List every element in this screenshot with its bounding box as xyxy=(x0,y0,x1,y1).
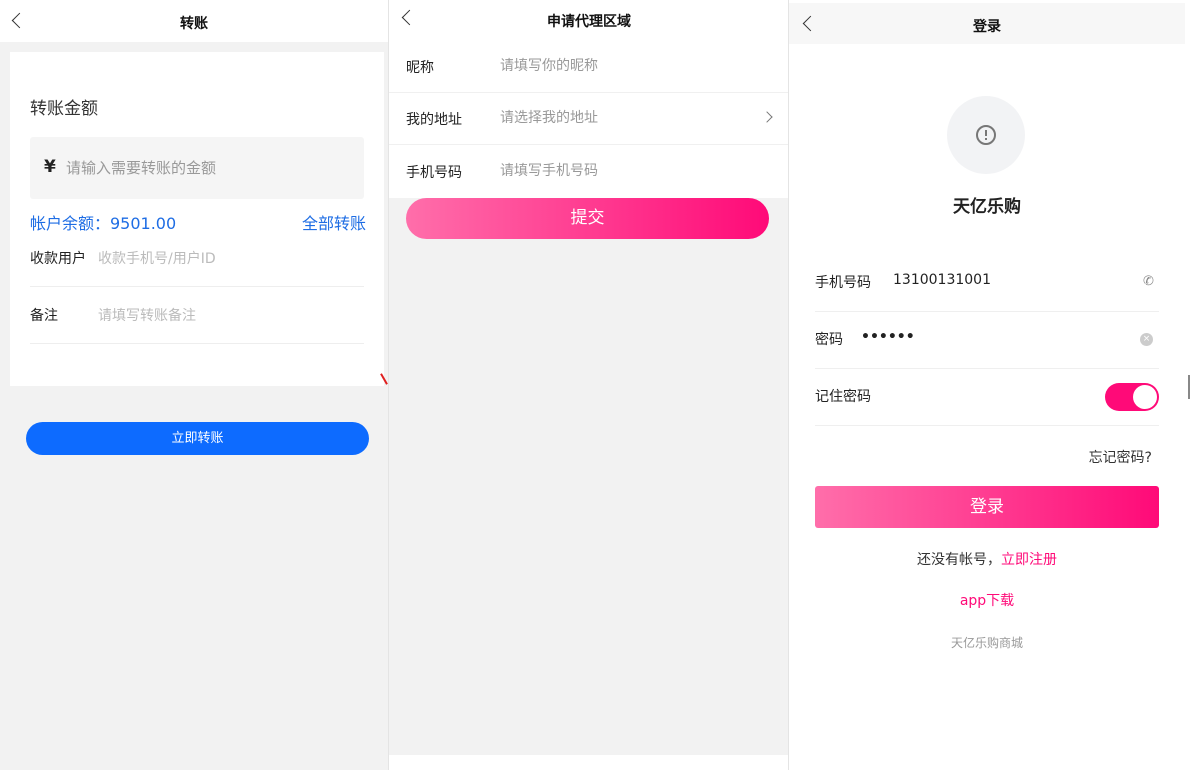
nickname-row[interactable]: 昵称 请填写你的昵称 xyxy=(389,40,789,93)
address-row[interactable]: 我的地址 请选择我的地址 xyxy=(389,92,789,145)
clear-icon[interactable]: × xyxy=(1140,333,1153,346)
phone-input[interactable]: 请填写手机号码 xyxy=(500,160,598,180)
amount-label: 转账金额 xyxy=(30,99,98,119)
nickname-label: 昵称 xyxy=(406,60,434,76)
page-title: 转账 xyxy=(180,16,208,32)
footer-text: 天亿乐购商城 xyxy=(950,636,1023,650)
agent-apply-screen: 申请代理区域 昵称 请填写你的昵称 我的地址 请选择我的地址 手机号码 请填写手… xyxy=(388,0,789,770)
submit-button[interactable]: 提交 xyxy=(406,198,769,239)
phone-row[interactable]: 手机号码 请填写手机号码 xyxy=(389,145,789,197)
login-navbar: 登录 xyxy=(789,3,1185,44)
no-account-text: 还没有帐号， xyxy=(917,552,1001,568)
info-icon xyxy=(976,125,996,145)
remember-toggle[interactable] xyxy=(1105,383,1159,411)
transfer-screen: 转账 转账金额 ¥ 请输入需要转账的金额 帐户余额：9501.00 全部转账 收… xyxy=(0,0,388,770)
phone-label: 手机号码 xyxy=(815,275,871,291)
note-label: 备注 xyxy=(30,308,58,324)
password-input[interactable]: •••••• xyxy=(861,329,915,345)
transfer-now-button[interactable]: 立即转账 xyxy=(26,422,369,455)
app-download-link[interactable]: app下载 xyxy=(789,590,1185,610)
transfer-navbar: 转账 xyxy=(0,0,388,42)
password-row[interactable]: 密码 •••••• × xyxy=(815,311,1159,369)
page-title: 申请代理区域 xyxy=(547,14,631,30)
transfer-card: 转账金额 ¥ 请输入需要转账的金额 帐户余额：9501.00 全部转账 收款用户… xyxy=(10,52,384,386)
bottom-bar xyxy=(389,755,789,770)
login-screen: 登录 天亿乐购 手机号码 13100131001 ✆ 密码 •••••• × 记… xyxy=(788,0,1185,770)
agent-form: 昵称 请填写你的昵称 我的地址 请选择我的地址 手机号码 请填写手机号码 xyxy=(389,40,789,198)
chevron-right-icon xyxy=(761,111,773,123)
recipient-input[interactable]: 收款手机号/用户ID xyxy=(98,248,216,268)
yen-icon: ¥ xyxy=(44,157,56,177)
phone-label: 手机号码 xyxy=(406,165,462,181)
forgot-password-link[interactable]: 忘记密码? xyxy=(1089,447,1152,467)
register-line: 还没有帐号，立即注册 xyxy=(789,549,1185,569)
nickname-input[interactable]: 请填写你的昵称 xyxy=(500,55,598,75)
scrollbar[interactable] xyxy=(1188,375,1190,399)
logo-avatar xyxy=(947,96,1025,174)
note-row[interactable]: 备注 请填写转账备注 xyxy=(30,287,364,344)
note-input[interactable]: 请填写转账备注 xyxy=(98,305,196,325)
amount-input[interactable]: ¥ 请输入需要转账的金额 xyxy=(30,137,364,199)
recipient-row[interactable]: 收款用户 收款手机号/用户ID xyxy=(30,230,364,287)
phone-input[interactable]: 13100131001 xyxy=(893,272,991,288)
recipient-label: 收款用户 xyxy=(30,251,86,267)
register-link[interactable]: 立即注册 xyxy=(1001,552,1057,568)
amount-placeholder: 请输入需要转账的金额 xyxy=(66,159,217,177)
remember-row: 记住密码 xyxy=(815,368,1159,426)
phone-row[interactable]: 手机号码 13100131001 ✆ xyxy=(815,254,1159,312)
remember-label: 记住密码 xyxy=(815,389,871,405)
phone-icon: ✆ xyxy=(1143,274,1154,289)
login-button[interactable]: 登录 xyxy=(815,486,1159,528)
page-title: 登录 xyxy=(973,19,1001,35)
agent-navbar: 申请代理区域 xyxy=(389,0,789,41)
app-name: 天亿乐购 xyxy=(953,197,1021,217)
address-label: 我的地址 xyxy=(406,112,462,128)
password-label: 密码 xyxy=(815,332,843,348)
address-select[interactable]: 请选择我的地址 xyxy=(500,107,598,127)
